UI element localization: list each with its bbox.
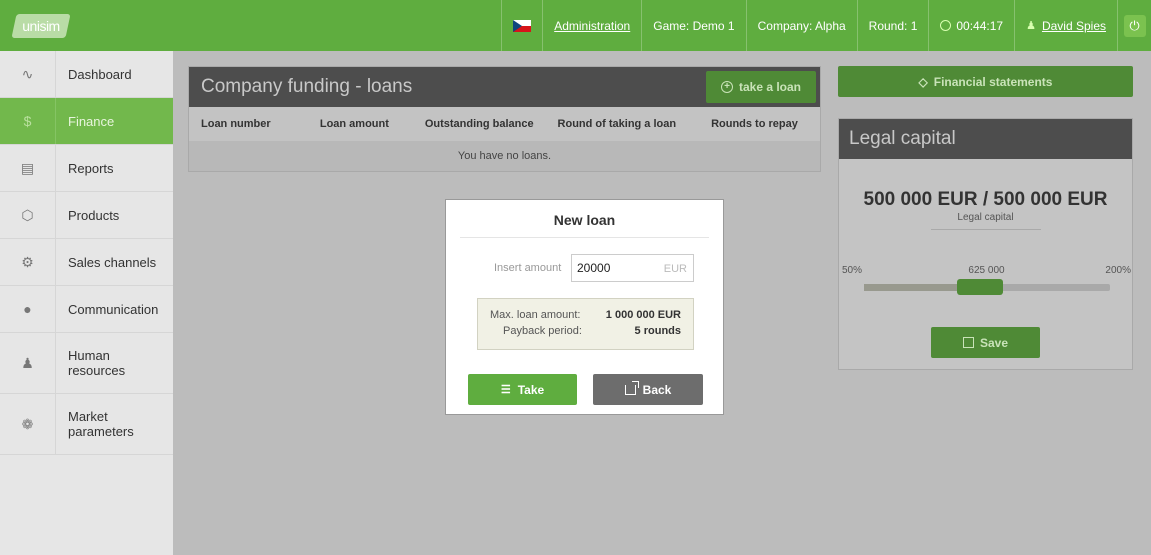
amount-row: Insert amount EUR (446, 254, 725, 282)
user-menu[interactable]: ♟ David Spies (1014, 0, 1117, 51)
amount-field[interactable]: EUR (571, 254, 694, 282)
sidebar-item-label: Market parameters (68, 409, 134, 439)
user-name-link[interactable]: David Spies (1042, 19, 1106, 33)
round-label: Round: 1 (856, 0, 929, 51)
comments-icon: ● (0, 286, 56, 332)
legal-capital-value: 500 000 EUR / 500 000 EUR (863, 189, 1108, 210)
sidebar-item-products[interactable]: ⬡ Products (0, 192, 173, 239)
coins-icon: ☰ (500, 384, 511, 396)
chart-line-icon: ∿ (0, 51, 56, 97)
sidebar-item-sales-channels[interactable]: ⚙ Sales channels (0, 239, 173, 286)
tag-icon: ◇ (918, 74, 928, 89)
take-button[interactable]: ☰ Take (468, 374, 577, 405)
power-icon[interactable]: ⏻ (1123, 14, 1146, 37)
game-label: Game: Demo 1 (641, 0, 745, 51)
sidebar-item-communication[interactable]: ● Communication (0, 286, 173, 333)
plus-circle-icon: + (720, 81, 733, 93)
timer-value: 00:44:17 (956, 18, 1004, 33)
amount-input[interactable] (577, 255, 652, 281)
loans-table-header: Loan number Loan amount Outstanding bala… (189, 107, 820, 141)
sidebar-item-label: Dashboard (68, 66, 132, 82)
sidebar-item-human-resources[interactable]: ♟ Human resources (0, 333, 173, 394)
new-loan-dialog: New loan Insert amount EUR Max. loan amo… (445, 199, 724, 415)
payback-value: 5 rounds (634, 325, 681, 337)
dollar-icon: $ (0, 98, 56, 144)
clock-icon (940, 20, 952, 31)
sidebar-item-label: Sales channels (68, 254, 157, 270)
logo-text: unisim (22, 18, 60, 34)
top-bar: unisim Administration Game: Demo 1 Compa… (0, 0, 1151, 51)
dialog-title: New loan (553, 212, 616, 228)
box-icon: ⬡ (0, 192, 56, 238)
sidebar-item-label: Communication (68, 301, 159, 317)
financial-statements-button[interactable]: ◇ Financial statements (838, 66, 1133, 97)
sidebar-item-market-parameters[interactable]: ❁ Market parameters (0, 394, 173, 455)
divider (460, 237, 709, 238)
take-a-loan-label: take a loan (738, 80, 802, 94)
sidebar-item-finance[interactable]: $ Finance (0, 98, 173, 145)
sidebar-item-reports[interactable]: ▤ Reports (0, 145, 173, 192)
payback-label: Payback period: (503, 325, 582, 337)
company-label: Company: Alpha (745, 0, 857, 51)
column-header: Outstanding balance (424, 118, 534, 130)
column-header: Round of taking a loan (557, 118, 677, 130)
take-a-loan-button[interactable]: + take a loan (706, 71, 816, 103)
max-loan-value: 1 000 000 EUR (605, 309, 681, 321)
legal-capital-panel: Legal capital 500 000 EUR / 500 000 EUR … (838, 118, 1133, 370)
clipboard-icon: ▤ (0, 145, 56, 191)
slider-mid-label: 625 000 (968, 265, 1005, 276)
loans-header: Company funding - loans + take a loan (189, 67, 820, 107)
loans-panel: Company funding - loans + take a loan Loa… (188, 66, 821, 172)
top-bar-items: Administration Game: Demo 1 Company: Alp… (501, 0, 1151, 51)
max-loan-label: Max. loan amount: (490, 309, 581, 321)
sidebar-item-label: Products (68, 207, 120, 223)
column-header: Loan amount (319, 118, 389, 130)
main-content: Company funding - loans + take a loan Loa… (173, 51, 1151, 555)
amount-unit: EUR (663, 263, 687, 275)
sidebar-item-label: Human resources (68, 348, 126, 378)
take-label: Take (517, 382, 545, 397)
user-icon: ♟ (1026, 20, 1036, 32)
loans-title: Company funding - loans (201, 76, 413, 97)
administration-link[interactable]: Administration (542, 0, 641, 51)
people-icon: ♟ (0, 333, 56, 393)
gear-icon: ❁ (0, 394, 56, 454)
logout-area: ⏻ (1117, 0, 1151, 51)
slider-max-label: 200% (1105, 265, 1131, 276)
loan-info-box: Max. loan amount: 1 000 000 EUR Payback … (477, 298, 694, 350)
czech-flag-icon[interactable] (513, 19, 532, 32)
back-button[interactable]: Back (593, 374, 703, 405)
back-label: Back (642, 382, 672, 397)
floppy-disk-icon (962, 337, 974, 348)
loans-empty-message: You have no loans. (189, 141, 820, 171)
legal-capital-subtitle: Legal capital (957, 212, 1014, 223)
capital-slider-handle[interactable] (956, 279, 1003, 295)
divider (930, 229, 1041, 230)
legal-capital-title: Legal capital (839, 119, 1132, 159)
sidebar-item-dashboard[interactable]: ∿ Dashboard (0, 51, 173, 98)
save-button[interactable]: Save (931, 327, 1040, 358)
unisim-logo[interactable]: unisim (11, 14, 71, 38)
sidebar-item-label: Reports (68, 160, 114, 176)
column-header: Loan number (201, 118, 271, 130)
column-header: Rounds to repay (711, 118, 798, 130)
share-icon (624, 380, 639, 395)
timer: 00:44:17 (928, 0, 1014, 51)
sitemap-icon: ⚙ (0, 239, 56, 285)
amount-label: Insert amount (494, 262, 562, 274)
sidebar: ∿ Dashboard $ Finance ▤ Reports ⬡ Produc… (0, 51, 173, 555)
save-label: Save (979, 335, 1009, 350)
language-switch[interactable] (501, 0, 542, 51)
sidebar-item-label: Finance (68, 113, 115, 129)
financial-statements-label: Financial statements (933, 74, 1053, 89)
